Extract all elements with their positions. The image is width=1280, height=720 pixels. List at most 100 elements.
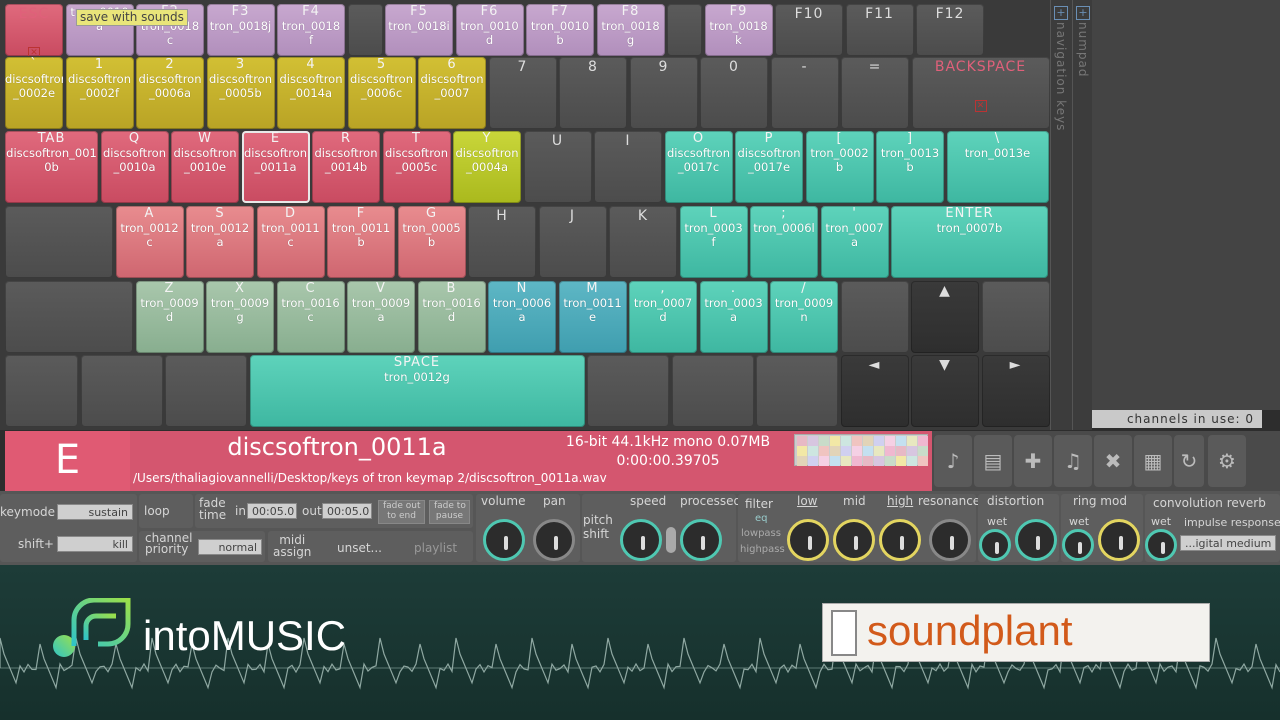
processed-knob[interactable] [680,519,722,561]
key-9[interactable]: 9 [629,57,698,129]
key-f3[interactable]: F3 tron_0018j [206,4,275,56]
palette-swatch[interactable] [896,456,906,466]
expand-nav-icon[interactable]: + [1054,6,1068,20]
priority-select[interactable]: normal [198,539,262,555]
key-f10[interactable]: F10 [775,4,843,56]
key-sym4-12[interactable]: ▲ [911,281,979,353]
palette-swatch[interactable] [896,446,906,456]
midi-value[interactable]: unset... [337,541,382,555]
key-backspace[interactable]: BACKSPACE ✕ [911,57,1050,129]
palette-swatch[interactable] [808,446,818,456]
key-1[interactable]: 1 discsoftron _0002f [65,57,134,129]
key-7[interactable]: 7 [488,57,557,129]
key-blank-5-4[interactable] [587,355,669,427]
speed-knob[interactable] [620,519,662,561]
speaker-icon[interactable]: ♪ [934,435,972,487]
key-sym5-8[interactable]: ▼ [911,355,979,427]
volume-knob[interactable] [483,519,525,561]
link-toggle[interactable] [666,527,676,553]
key-s[interactable]: Stron_0012 a [186,206,254,278]
color-palette[interactable] [794,434,928,466]
ring-mod-wet-knob[interactable] [1062,529,1094,561]
key-blank-5-1[interactable] [80,355,163,427]
key-i[interactable]: I [594,131,662,203]
key-z[interactable]: Ztron_0009 d [135,281,204,353]
key-sym5-7[interactable]: ◄ [840,355,909,427]
high-knob[interactable] [879,519,921,561]
key-p[interactable]: Pdiscsoftron _0017e [735,131,803,203]
palette-swatch[interactable] [797,446,807,456]
distortion-wet-knob[interactable] [979,529,1011,561]
palette-swatch[interactable] [852,446,862,456]
key-blank-4-13[interactable] [981,281,1050,353]
key-f7[interactable]: F7 tron_0010 b [526,4,594,56]
key-d[interactable]: Dtron_0011 c [256,206,325,278]
key-e[interactable]: Ediscsoftron _0011a [241,131,310,203]
waveform-icon[interactable]: ▦ [1134,435,1172,487]
key-tab[interactable]: TAB discsoftron_001 0b [5,131,98,203]
fade-to-pause-button[interactable]: fade to pause [429,500,470,524]
palette-swatch[interactable] [808,436,818,446]
key-v[interactable]: Vtron_0009 a [347,281,415,353]
close-icon[interactable]: ✕ [28,47,40,56]
impulse-response-select[interactable]: ...igital medium [1180,535,1276,551]
palette-swatch[interactable] [918,456,928,466]
key-blank-5-5[interactable] [671,355,754,427]
eq-option[interactable]: eq [755,513,768,524]
palette-swatch[interactable] [907,456,917,466]
key-sym5-9[interactable]: ► [981,355,1050,427]
ring-mod-knob[interactable] [1098,519,1140,561]
key-c[interactable]: Ctron_0016 c [276,281,345,353]
key-blank-0-5[interactable] [347,4,383,56]
key-sym4-9[interactable]: . tron_0003 a [699,281,768,353]
mid-knob[interactable] [833,519,875,561]
close-icon[interactable]: ✕ [974,100,987,112]
palette-swatch[interactable] [830,446,840,456]
key-sym2-11[interactable]: [tron_0002 b [805,131,874,203]
palette-swatch[interactable] [852,436,862,446]
palette-swatch[interactable] [896,436,906,446]
palette-swatch[interactable] [863,446,873,456]
key-m[interactable]: Mtron_0011 e [558,281,627,353]
palette-swatch[interactable] [830,456,840,466]
key-a[interactable]: Atron_0012 c [115,206,184,278]
key-f11[interactable]: F11 [845,4,914,56]
key-6[interactable]: 6 discsoftron _0007 [418,57,486,129]
key-sym1-12[interactable]: = [841,57,909,129]
palette-swatch[interactable] [841,446,851,456]
key-blank-4-0[interactable] [5,281,133,353]
key-esc[interactable]: ESC ✕ [5,4,63,56]
palette-swatch[interactable] [819,436,829,446]
key-enter[interactable]: ENTER tron_0007b [891,206,1048,278]
palette-swatch[interactable] [863,436,873,446]
key-g[interactable]: Gtron_0005 b [397,206,466,278]
palette-swatch[interactable] [885,446,895,456]
key-sym2-13[interactable]: \ tron_0013e [946,131,1049,203]
palette-swatch[interactable] [819,456,829,466]
shift-select[interactable]: kill [57,536,133,552]
key-k[interactable]: K [609,206,677,278]
palette-swatch[interactable] [797,436,807,446]
lowpass-option[interactable]: lowpass [741,528,781,539]
palette-swatch[interactable] [885,456,895,466]
palette-swatch[interactable] [874,446,884,456]
palette-swatch[interactable] [863,456,873,466]
add-sound-icon[interactable]: ✚ [1014,435,1052,487]
expand-numpad-icon[interactable]: + [1076,6,1090,20]
key-sym2-12[interactable]: ] tron_0013 b [876,131,944,203]
loop-toggle[interactable]: loop [144,504,170,518]
playlist-button[interactable]: playlist [414,541,457,555]
key-f8[interactable]: F8 tron_0018 g [596,4,665,56]
key-space[interactable]: SPACE tron_0012g [249,355,585,427]
key-blank-5-6[interactable] [756,355,838,427]
palette-swatch[interactable] [918,446,928,456]
key-sym1-11[interactable]: - [770,57,839,129]
key-8[interactable]: 8 [559,57,627,129]
palette-swatch[interactable] [808,456,818,466]
palette-swatch[interactable] [874,456,884,466]
music-notes-icon[interactable]: ♫ [1054,435,1092,487]
palette-swatch[interactable] [841,436,851,446]
highpass-option[interactable]: highpass [740,544,785,555]
key-sym4-8[interactable]: , tron_0007 d [629,281,697,353]
key-o[interactable]: Odiscsoftron _0017c [664,131,733,203]
